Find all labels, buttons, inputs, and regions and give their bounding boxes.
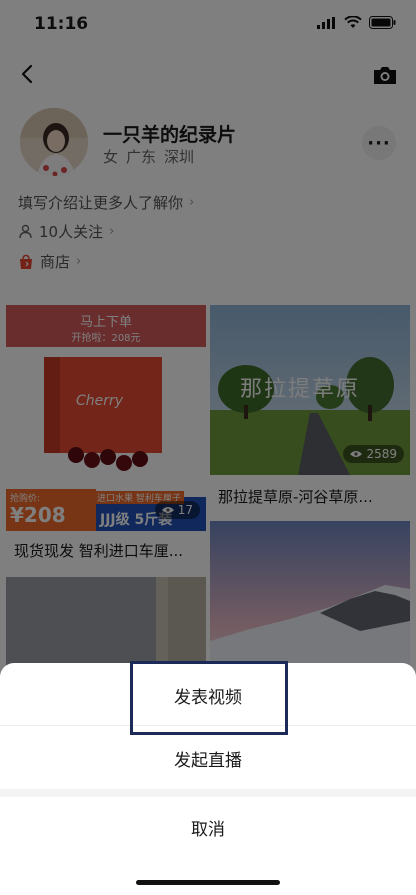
section-gap (0, 789, 416, 797)
highlight-box (130, 661, 288, 735)
cancel-button[interactable]: 取消 (0, 815, 416, 840)
start-live-button[interactable]: 发起直播 (0, 746, 416, 771)
home-indicator (136, 880, 280, 885)
